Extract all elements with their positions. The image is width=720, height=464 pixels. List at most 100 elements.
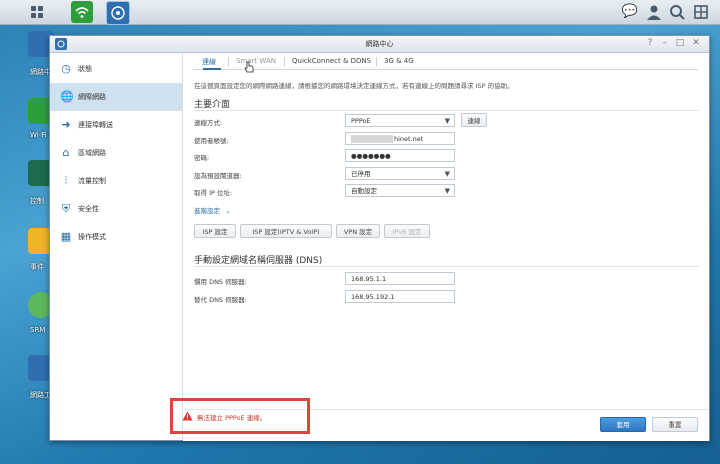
maximize-icon[interactable]: □ bbox=[675, 38, 685, 48]
active-tab-indicator bbox=[203, 68, 221, 70]
tab-quickconnect-ddns[interactable]: QuickConnect & DDNS bbox=[292, 57, 371, 65]
sidebar-item-local-network[interactable]: ⌂ 區域網路 bbox=[50, 139, 182, 167]
default-gateway-label: 設為預設閘道器: bbox=[194, 172, 242, 180]
taskbar-network-center-app[interactable] bbox=[106, 1, 130, 25]
desktop-label: 網路工 bbox=[30, 391, 51, 399]
sidebar-item-port-forwarding[interactable]: ➜ 連接埠轉送 bbox=[50, 111, 182, 139]
hand-cursor-icon bbox=[244, 61, 254, 73]
sidebar-item-label: 操作模式 bbox=[78, 233, 106, 241]
dropdown-arrow-icon: ▼ bbox=[444, 117, 450, 125]
shield-icon: ⛨ bbox=[61, 202, 71, 215]
divider bbox=[194, 110, 699, 111]
sidebar-item-label: 安全性 bbox=[78, 205, 99, 213]
ipv6-settings-button: IPv6 設定 bbox=[384, 224, 430, 238]
sidebar-item-traffic-control[interactable]: ⫶ 流量控制 bbox=[50, 167, 182, 195]
user-icon[interactable] bbox=[645, 3, 663, 21]
sidebar: ◷ 狀態 🌐 網際網路 ➜ 連接埠轉送 ⌂ 區域網路 ⫶ 流量控制 ⛨ 安全性 … bbox=[50, 53, 183, 440]
close-icon[interactable]: ✕ bbox=[691, 38, 701, 48]
alternate-dns-input[interactable]: 168.95.192.1 bbox=[345, 290, 455, 303]
username-input[interactable]: hinet.net bbox=[345, 132, 455, 145]
username-value: hinet.net bbox=[394, 135, 424, 143]
wifi-icon bbox=[75, 7, 89, 18]
dropdown-arrow-icon: ▼ bbox=[444, 187, 450, 195]
connection-type-label: 連線方式: bbox=[194, 119, 223, 127]
sidebar-item-label: 流量控制 bbox=[78, 177, 106, 185]
window-titlebar[interactable]: 網路中心 ? – □ ✕ bbox=[50, 36, 709, 53]
ip-address-select[interactable]: 自動設定 ▼ bbox=[345, 184, 455, 197]
preferred-dns-value: 168.95.1.1 bbox=[351, 275, 387, 283]
apply-button[interactable]: 套用 bbox=[600, 417, 646, 432]
ip-address-value: 自動設定 bbox=[351, 187, 377, 195]
tab-separator bbox=[376, 57, 377, 66]
warning-icon bbox=[182, 411, 193, 421]
status-icon: ◷ bbox=[61, 62, 71, 75]
connect-button[interactable]: 連線 bbox=[461, 113, 487, 127]
main-menu-button[interactable] bbox=[26, 1, 48, 23]
tab-bar: 連線 Smart WAN QuickConnect & DDNS 3G & 4G bbox=[193, 53, 698, 73]
traffic-control-icon: ⫶ bbox=[64, 174, 68, 187]
password-value: ●●●●●●● bbox=[351, 152, 391, 160]
sidebar-item-label: 網際網路 bbox=[78, 93, 106, 101]
ip-address-label: 取得 IP 位址: bbox=[194, 189, 233, 197]
isp-iptv-voip-settings-button[interactable]: ISP 設定(IPTV & VoIP) bbox=[240, 224, 332, 238]
notification-icon[interactable]: 💬 bbox=[621, 3, 639, 21]
desktop-label: SRM bbox=[30, 326, 46, 334]
connection-type-select[interactable]: PPPoE ▼ bbox=[345, 114, 455, 127]
default-gateway-select[interactable]: 已停用 ▼ bbox=[345, 167, 455, 180]
window-title: 網路中心 bbox=[365, 40, 394, 48]
dropdown-arrow-icon: ▼ bbox=[444, 170, 450, 178]
window-footer: 無法建立 PPPoE 連線。 套用 重置 bbox=[170, 398, 709, 441]
alternate-dns-value: 168.95.192.1 bbox=[351, 293, 395, 301]
widgets-icon[interactable] bbox=[692, 3, 710, 21]
desktop-label: 控制 bbox=[30, 197, 44, 205]
preferred-dns-label: 慣用 DNS 伺服器: bbox=[194, 278, 247, 286]
sidebar-item-internet[interactable]: 🌐 網際網路 bbox=[50, 83, 182, 111]
main-content: 連線 Smart WAN QuickConnect & DDNS 3G & 4G… bbox=[170, 53, 709, 441]
sidebar-item-label: 區域網路 bbox=[78, 149, 106, 157]
isp-settings-button[interactable]: ISP 設定 bbox=[194, 224, 236, 238]
primary-interface-title: 主要介面 bbox=[194, 100, 231, 110]
sidebar-item-label: 連接埠轉送 bbox=[78, 121, 113, 129]
taskbar-wifi-app[interactable] bbox=[71, 1, 93, 23]
mode-icon: ▦ bbox=[60, 230, 72, 243]
reset-button[interactable]: 重置 bbox=[652, 417, 698, 432]
help-icon[interactable]: ? bbox=[645, 38, 655, 48]
warning-message: 無法建立 PPPoE 連線。 bbox=[197, 414, 267, 422]
sidebar-item-status[interactable]: ◷ 狀態 bbox=[50, 55, 182, 83]
desktop-label: 事件 bbox=[30, 263, 44, 271]
password-input[interactable]: ●●●●●●● bbox=[345, 149, 455, 162]
advanced-settings-toggle[interactable]: 進階設定 ⌄ bbox=[194, 205, 231, 215]
grid-icon bbox=[31, 6, 43, 18]
tab-separator bbox=[228, 57, 229, 66]
sidebar-item-operation-mode[interactable]: ▦ 操作模式 bbox=[50, 223, 182, 251]
dns-section-title: 手動設定網域名稱伺服器 (DNS) bbox=[194, 256, 323, 266]
network-center-icon bbox=[111, 6, 125, 20]
home-network-icon: ⌂ bbox=[62, 146, 70, 159]
sidebar-item-label: 狀態 bbox=[78, 65, 92, 73]
tab-separator bbox=[284, 57, 285, 66]
network-center-window: 網路中心 ? – □ ✕ ◷ 狀態 🌐 網際網路 ➜ 連接埠轉送 ⌂ 區域網路 … bbox=[49, 35, 710, 441]
vpn-settings-button[interactable]: VPN 設定 bbox=[336, 224, 380, 238]
desktop-label: 網路中 bbox=[30, 68, 51, 76]
taskbar: 💬 bbox=[0, 0, 720, 25]
tab-connection[interactable]: 連線 bbox=[202, 57, 216, 67]
alternate-dns-label: 替代 DNS 伺服器: bbox=[194, 296, 247, 304]
preferred-dns-input[interactable]: 168.95.1.1 bbox=[345, 272, 455, 285]
chevron-down-icon: ⌄ bbox=[225, 207, 231, 215]
warning-highlight-box: 無法建立 PPPoE 連線。 bbox=[170, 398, 310, 434]
advanced-settings-label: 進階設定 bbox=[194, 207, 220, 215]
username-label: 使用者帳號: bbox=[194, 137, 229, 145]
password-label: 密碼: bbox=[194, 154, 210, 162]
redacted-username bbox=[351, 135, 393, 143]
page-description: 在這個頁面設定您的網際網路連線，請根據您的網路環境決定連線方式，若有連線上的問題… bbox=[194, 82, 514, 90]
minimize-icon[interactable]: – bbox=[660, 38, 670, 48]
sidebar-item-security[interactable]: ⛨ 安全性 bbox=[50, 195, 182, 223]
port-forward-icon: ➜ bbox=[61, 118, 71, 131]
default-gateway-value: 已停用 bbox=[351, 170, 371, 178]
connection-type-value: PPPoE bbox=[351, 117, 371, 125]
search-icon[interactable] bbox=[668, 3, 686, 21]
globe-icon: 🌐 bbox=[60, 90, 74, 103]
divider bbox=[194, 266, 699, 267]
tab-smart-wan[interactable]: Smart WAN bbox=[236, 57, 276, 65]
tab-3g-4g[interactable]: 3G & 4G bbox=[384, 57, 414, 65]
